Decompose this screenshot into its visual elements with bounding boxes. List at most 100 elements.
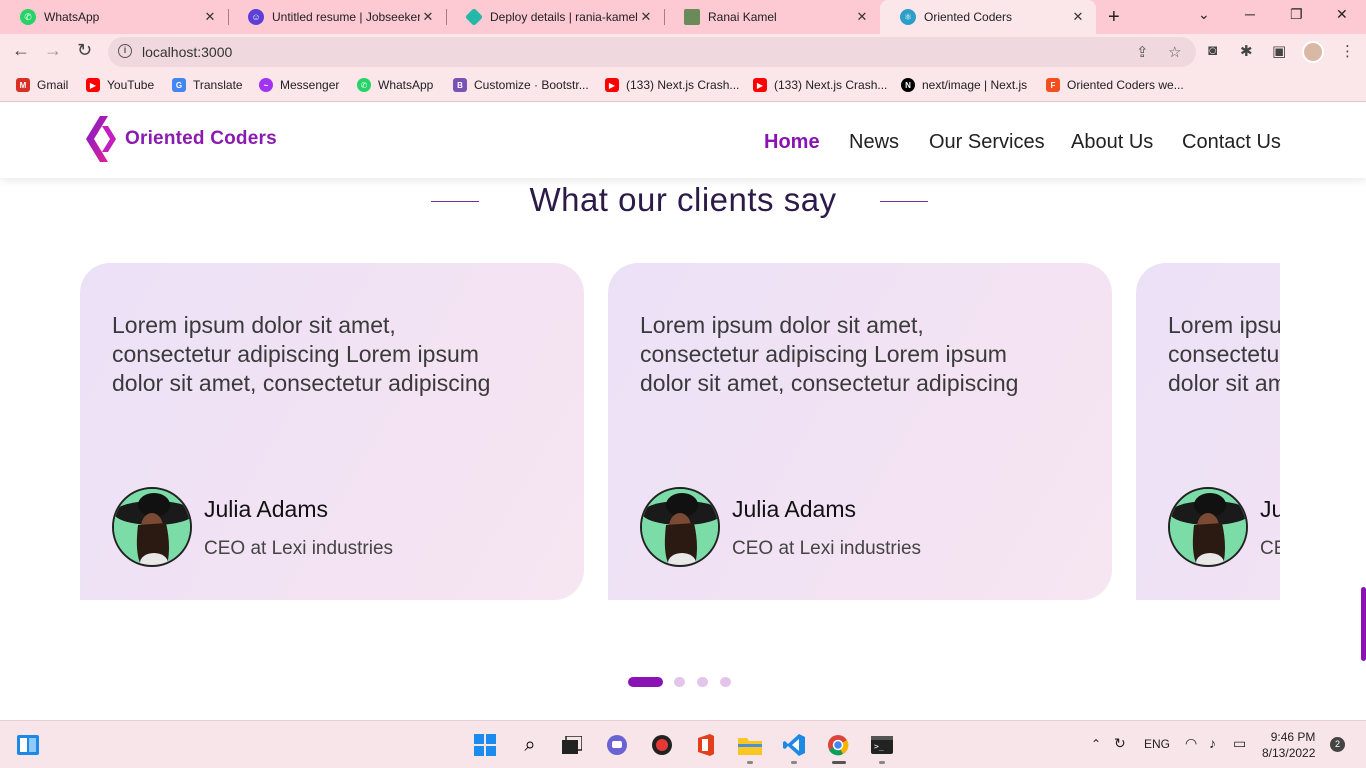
clock-time: 9:46 PM [1270, 730, 1316, 744]
client-photo [114, 489, 190, 565]
bookmark-translate[interactable]: G Translate [172, 78, 243, 92]
new-tab-button[interactable]: + [1108, 6, 1120, 29]
bookmark-messenger[interactable]: ~ Messenger [259, 78, 339, 92]
tab-whatsapp[interactable]: ✆ WhatsApp ✕ [0, 0, 229, 34]
tab-title: Oriented Coders [924, 10, 1013, 24]
page-scrollbar[interactable] [1361, 587, 1366, 661]
extensions-icon[interactable]: ✱ [1240, 42, 1253, 60]
carousel-dot-1[interactable] [628, 677, 663, 687]
battery-icon[interactable]: ▭ [1233, 735, 1246, 752]
bookmark-whatsapp[interactable]: ✆ WhatsApp [357, 78, 433, 92]
bookmark-gmail[interactable]: M Gmail [16, 78, 68, 92]
screenshot-icon[interactable]: ◙ [1208, 42, 1217, 59]
avatar [640, 487, 720, 567]
bookmark-youtube[interactable]: ▶ YouTube [86, 78, 154, 92]
search-icon[interactable]: ⌕ [518, 733, 542, 757]
restore-button[interactable]: ❐ [1290, 6, 1303, 23]
bookmark-nextjs-crash-1[interactable]: ▶ (133) Next.js Crash... [605, 78, 739, 92]
nav-contact-us[interactable]: Contact Us [1182, 131, 1281, 154]
bookmark-label: Translate [193, 78, 243, 92]
office-icon[interactable] [694, 733, 718, 757]
reload-button[interactable]: ↻ [77, 40, 92, 61]
tab-ranai-kamel[interactable]: Ranai Kamel ✕ [664, 0, 880, 34]
url-text[interactable]: localhost:3000 [142, 44, 232, 60]
gmail-icon: M [16, 78, 30, 92]
profile-avatar[interactable] [1302, 41, 1324, 63]
close-icon[interactable]: ✕ [854, 9, 870, 25]
chrome-icon[interactable] [826, 733, 850, 757]
clock-date: 8/13/2022 [1262, 746, 1316, 760]
windows-taskbar: ⌕ >_ ⌃ ↻ ENG ◠ ♪ ▭ 9:46 PM 8/13/2022 2 [0, 720, 1366, 768]
avatar [112, 487, 192, 567]
carousel-dot-3[interactable] [697, 677, 708, 687]
vscode-icon[interactable] [782, 733, 806, 757]
client-photo [642, 489, 718, 565]
testimonial-card: Lorem ipsum dolor sit amet, consectetur … [1136, 263, 1280, 600]
nav-our-services[interactable]: Our Services [929, 131, 1045, 154]
bookmark-figma[interactable]: F Oriented Coders we... [1046, 78, 1184, 92]
brand-name[interactable]: Oriented Coders [125, 128, 277, 150]
share-icon[interactable]: ⇪ [1136, 43, 1149, 61]
client-role: CEO at Lexi industries [204, 538, 394, 559]
side-panel-icon[interactable]: ▣ [1272, 42, 1286, 60]
task-view-icon[interactable] [560, 733, 584, 757]
client-role: CEO at Lexi industries [1260, 538, 1280, 559]
menu-icon[interactable]: ⋮ [1340, 42, 1355, 60]
tab-oriented-coders[interactable]: ⚛ Oriented Coders ✕ [880, 0, 1096, 34]
tab-netlify[interactable]: Deploy details | rania-kamel- ✕ [446, 0, 665, 34]
language-indicator[interactable]: ENG [1144, 737, 1170, 751]
browser-toolbar: ← → ↻ i localhost:3000 ⇪ ☆ ◙ ✱ ▣ ⋮ [0, 34, 1366, 70]
tab-search-icon[interactable]: ⌄ [1198, 6, 1210, 23]
testimonial-quote: Lorem ipsum dolor sit amet, consectetur … [1168, 312, 1280, 396]
forward-button[interactable]: → [44, 40, 62, 61]
svg-text:>_: >_ [874, 742, 884, 751]
bookmark-label: Oriented Coders we... [1067, 78, 1184, 92]
nav-home[interactable]: Home [764, 131, 820, 154]
close-icon[interactable]: ✕ [202, 9, 218, 25]
minimize-button[interactable]: ─ [1245, 6, 1255, 22]
carousel-dot-2[interactable] [674, 677, 685, 687]
running-indicator [747, 761, 753, 764]
wifi-icon[interactable]: ◠ [1185, 735, 1197, 752]
volume-icon[interactable]: ♪ [1209, 735, 1216, 751]
oriented-coders-logo-icon[interactable] [86, 116, 116, 162]
window-close-button[interactable]: ✕ [1336, 6, 1348, 23]
close-icon[interactable]: ✕ [1070, 9, 1086, 25]
translate-icon: G [172, 78, 186, 92]
client-name: Julia Adams [1260, 496, 1280, 522]
messenger-icon: ~ [259, 78, 273, 92]
nav-about-us[interactable]: About Us [1071, 131, 1153, 154]
close-icon[interactable]: ✕ [638, 9, 654, 25]
widgets-icon[interactable] [16, 733, 40, 757]
section-title: What our clients say [529, 181, 837, 218]
bookmark-nextjs-crash-2[interactable]: ▶ (133) Next.js Crash... [753, 78, 887, 92]
testimonials-carousel[interactable]: Lorem ipsum dolor sit amet, consectetur … [80, 263, 1280, 601]
nav-news[interactable]: News [849, 131, 899, 154]
system-clock[interactable]: 9:46 PM 8/13/2022 [1262, 729, 1315, 761]
teams-icon[interactable] [605, 733, 629, 757]
testimonial-card: Lorem ipsum dolor sit amet, consectetur … [608, 263, 1112, 600]
nextjs-icon: N [901, 78, 915, 92]
back-button[interactable]: ← [12, 40, 30, 61]
notification-badge[interactable]: 2 [1330, 737, 1345, 752]
bookmark-label: Gmail [37, 78, 69, 92]
sync-icon[interactable]: ↻ [1114, 735, 1126, 752]
file-explorer-icon[interactable] [738, 733, 762, 757]
carousel-dot-4[interactable] [720, 677, 731, 687]
running-indicator [879, 761, 885, 764]
bookmark-bootstrap[interactable]: B Customize · Bootstr... [453, 78, 589, 92]
close-icon[interactable]: ✕ [420, 9, 436, 25]
bookmark-star-icon[interactable]: ☆ [1168, 43, 1181, 61]
site-info-icon[interactable]: i [118, 44, 132, 58]
chevron-up-icon[interactable]: ⌃ [1091, 737, 1101, 751]
terminal-icon[interactable]: >_ [870, 733, 894, 757]
title-divider-right [880, 201, 928, 202]
start-icon[interactable] [473, 733, 497, 757]
bookmark-label: (133) Next.js Crash... [626, 78, 740, 92]
bookmark-next-image[interactable]: Nnext/image | Next.js [901, 78, 1027, 92]
recorder-icon[interactable] [650, 733, 674, 757]
address-bar[interactable]: i localhost:3000 ⇪ ☆ [108, 37, 1196, 67]
whatsapp-icon: ✆ [20, 9, 36, 25]
tab-jobseeker[interactable]: ☺ Untitled resume | Jobseeker ✕ [228, 0, 447, 34]
running-indicator [791, 761, 797, 764]
